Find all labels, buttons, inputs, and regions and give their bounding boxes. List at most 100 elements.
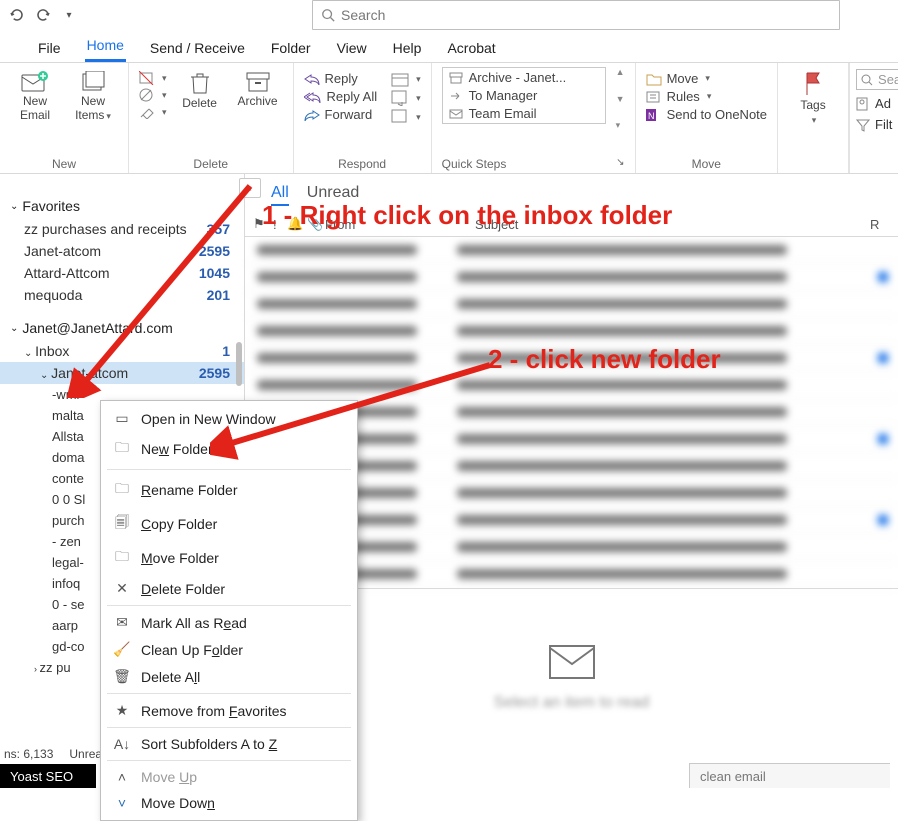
filter-unread[interactable]: Unread [307, 184, 359, 206]
address-book-button[interactable]: Ad [856, 96, 898, 111]
ctx-delete-folder[interactable]: ✕Delete Folder [101, 575, 357, 602]
account-header[interactable]: ⌄Janet@JanetAttard.com [10, 320, 244, 336]
message-row[interactable] [245, 264, 898, 291]
filter-tabs: All Unread [245, 174, 898, 212]
search-people-input[interactable]: Search [856, 69, 898, 90]
ctx-copy-folder[interactable]: 🗐Copy Folder [101, 507, 357, 541]
delete-icon: ✕ [113, 580, 131, 597]
archive-button[interactable]: Archive [233, 67, 283, 109]
more-icon [391, 109, 409, 125]
ctx-separator [107, 605, 351, 606]
ctx-new-folder[interactable]: 🗀New Folder... [101, 432, 357, 466]
message-row[interactable] [245, 372, 898, 399]
share-icon [391, 90, 409, 106]
mail-plus-icon [21, 71, 49, 93]
ctx-open-new-window[interactable]: ▭Open in New Window [101, 405, 357, 432]
chevron-down-icon: ˅ [113, 795, 131, 811]
ctx-move-down[interactable]: ˅Move Down [101, 790, 357, 816]
nav-collapse-handle[interactable]: ‹ [239, 178, 261, 198]
onenote-button[interactable]: NSend to OneNote [646, 107, 767, 122]
message-row[interactable] [245, 318, 898, 345]
more-respond-button[interactable]: ▾ [391, 109, 421, 125]
flag-column-icon[interactable]: ⚑ [253, 216, 273, 232]
forward-button[interactable]: Forward [304, 107, 378, 122]
ctx-delete-all[interactable]: 🗑Delete All [101, 663, 357, 690]
ribbon-group-respond: Reply Reply All Forward ▾ ▾ ▾ Respond [294, 63, 432, 173]
reply-button[interactable]: Reply [304, 71, 378, 86]
reply-all-button[interactable]: Reply All [304, 89, 378, 104]
reply-all-icon [304, 91, 322, 103]
inbox-folder[interactable]: ⌄ Inbox 1 [0, 340, 244, 362]
favorite-item[interactable]: mequoda201 [0, 284, 244, 306]
ctx-mark-all-read[interactable]: ✉Mark All as Read [101, 609, 357, 636]
ctx-rename-folder[interactable]: 🗀Rename Folder [101, 473, 357, 507]
tab-acrobat[interactable]: Acrobat [445, 34, 497, 62]
favorite-item[interactable]: Janet-atcom2595 [0, 240, 244, 262]
cleanup-button[interactable]: ▾ [139, 105, 167, 119]
tab-home[interactable]: Home [85, 31, 126, 62]
qs-launcher-icon[interactable]: ↘ [616, 157, 624, 171]
move-button[interactable]: Move▾ [646, 71, 767, 86]
subject-column[interactable]: Subject [475, 217, 870, 232]
search-small-icon [861, 74, 873, 86]
filter-all[interactable]: All [271, 184, 289, 206]
qs-up-icon[interactable]: ▲ [616, 67, 625, 77]
new-items-button[interactable]: New Items▾ [68, 67, 118, 123]
received-column[interactable]: R [870, 217, 890, 232]
share-button[interactable]: ▾ [391, 90, 421, 106]
ctx-remove-favorites[interactable]: ★Remove from Favorites [101, 697, 357, 724]
search-icon [321, 8, 335, 22]
qs-down-icon[interactable]: ▼ [616, 94, 625, 104]
forward-small-icon [449, 90, 463, 102]
message-row[interactable] [245, 291, 898, 318]
addressbook-icon [856, 97, 870, 111]
importance-column-icon[interactable]: ! [273, 217, 287, 232]
rename-icon: 🗀 [113, 478, 131, 502]
qs-archive[interactable]: Archive - Janet... [449, 70, 599, 85]
ribbon-group-move: Move▾ Rules▾ NSend to OneNote Move [636, 63, 778, 173]
yoast-badge: Yoast SEO [0, 764, 96, 788]
funnel-icon [856, 118, 870, 132]
message-row[interactable] [245, 237, 898, 264]
delete-button[interactable]: Delete [175, 67, 225, 111]
redo-icon[interactable] [30, 2, 56, 28]
ribbon-group-new: New Email New Items▾ New [0, 63, 129, 173]
tab-view[interactable]: View [335, 34, 369, 62]
new-items-icon [81, 71, 105, 93]
search-input[interactable]: Search [312, 0, 840, 30]
move-folder-icon [646, 72, 662, 86]
nav-scrollbar-thumb[interactable] [236, 342, 242, 386]
from-column[interactable]: From [325, 217, 475, 232]
clean-email-panel[interactable]: clean email [689, 763, 890, 788]
favorites-header[interactable]: ⌄Favorites [10, 198, 244, 214]
reminder-column-icon[interactable]: 🔔 [287, 216, 307, 232]
favorite-item[interactable]: Attard-Attcom1045 [0, 262, 244, 284]
undo-icon[interactable] [4, 2, 30, 28]
junk-button[interactable]: ▾ [139, 88, 167, 102]
tab-folder[interactable]: Folder [269, 34, 313, 62]
ctx-sort-az[interactable]: A↓Sort Subfolders A to Z [101, 731, 357, 757]
message-row[interactable] [245, 345, 898, 372]
forward-icon [304, 109, 320, 121]
qs-tomanager[interactable]: To Manager [449, 88, 599, 103]
janet-atcom-folder[interactable]: ⌄ Janet-atcom 2595 [0, 362, 244, 384]
quick-steps-gallery[interactable]: Archive - Janet... To Manager Team Email [442, 67, 606, 124]
qat-more-icon[interactable]: ▾ [56, 2, 82, 28]
meeting-button[interactable]: ▾ [391, 71, 421, 87]
filter-email-button[interactable]: Filt [856, 117, 898, 132]
archive-small-icon [449, 72, 463, 84]
tab-help[interactable]: Help [391, 34, 424, 62]
attachment-column-icon[interactable]: 📎 [307, 216, 325, 232]
tab-send-receive[interactable]: Send / Receive [148, 34, 247, 62]
new-email-button[interactable]: New Email [10, 67, 60, 123]
ctx-move-folder[interactable]: 🗀Move Folder [101, 541, 357, 575]
qs-teamemail[interactable]: Team Email [449, 106, 599, 121]
tab-file[interactable]: File [36, 34, 63, 62]
rules-button[interactable]: Rules▾ [646, 89, 767, 104]
ignore-button[interactable]: ▾ [139, 71, 167, 85]
tags-button[interactable]: Tags▾ [788, 67, 838, 127]
archive-icon [245, 71, 271, 93]
favorite-item[interactable]: zz purchases and receipts357 [0, 218, 244, 240]
qs-expand-icon[interactable]: ▾ [616, 120, 625, 131]
ctx-clean-up-folder[interactable]: 🧹Clean Up Folder [101, 636, 357, 663]
